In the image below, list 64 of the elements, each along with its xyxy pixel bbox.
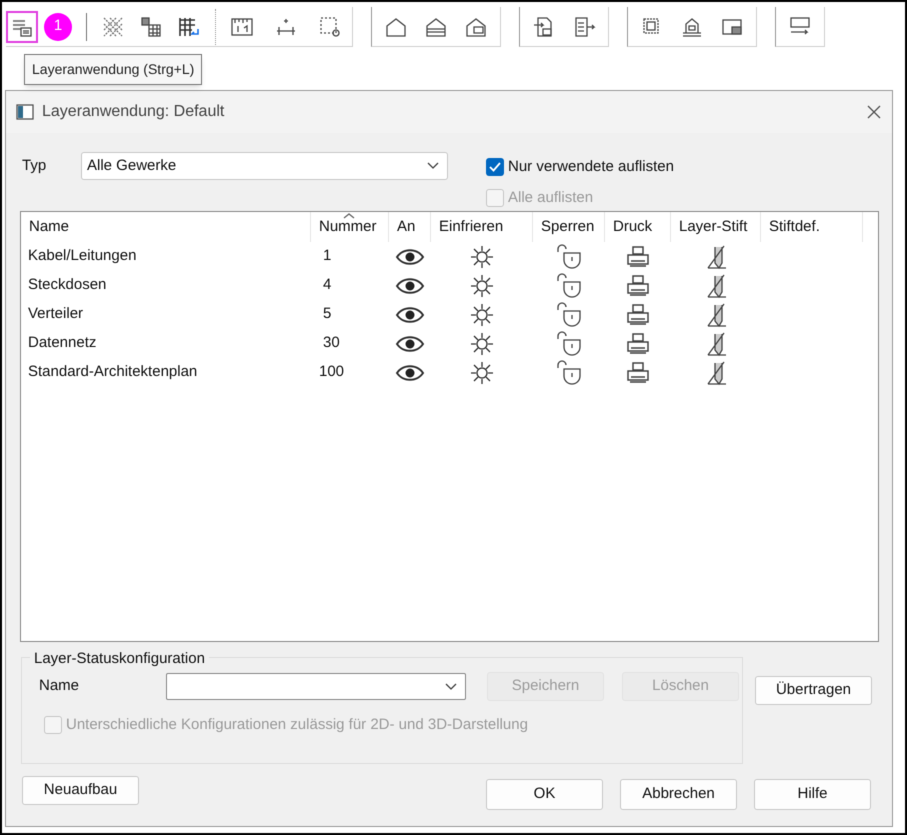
column-header[interactable]: Nummer [311,212,389,242]
rebuild-button[interactable]: Neuaufbau [22,776,139,805]
column-header[interactable]: Einfrieren [431,212,533,242]
window-icon [16,104,34,120]
transfer-button[interactable]: Übertragen [755,676,872,705]
column-header[interactable]: An [389,212,431,242]
column-header[interactable]: Druck [605,212,671,242]
unlocked-lock-icon[interactable] [555,330,583,356]
checkbox-label: Nur verwendete auflisten [508,157,674,177]
table-cell-text: 100 [318,362,346,382]
sun-icon[interactable] [470,244,494,268]
column-header[interactable]: Stiftdef. [761,212,863,242]
printer-icon[interactable] [625,332,651,356]
sun-icon[interactable] [470,332,494,356]
dialog-button[interactable]: OK [486,779,603,810]
dropdown-value: Alle Gewerke [87,156,178,176]
table-cell-text: Standard-Architektenplan [27,362,198,382]
frame-icon[interactable] [318,14,342,38]
chevron-down-icon [445,682,457,690]
field-label: Typ [21,156,48,176]
column-header[interactable]: Sperren [533,212,605,242]
check-icon [489,162,501,172]
table-cell-text: 5 [322,304,332,324]
table-cell-text: 1 [322,246,332,266]
window-title: Layeranwendung: Default [42,102,226,122]
table-cell-text: 4 [322,275,332,296]
table-cell-text: Kabel/Leitungen [27,246,138,266]
table-cell-text: Steckdosen [27,275,108,296]
close-icon[interactable] [866,104,882,120]
column-header[interactable]: Name [21,212,311,242]
cubes-icon[interactable] [139,14,163,38]
checkbox-label: Unterschiedliche Konfigurationen zulässig für 2D- und 3D-Darstellung [66,715,528,735]
table-cell-text: Verteiler [27,304,84,324]
eye-icon[interactable] [395,304,425,324]
hatch-icon[interactable] [101,14,125,38]
checkbox[interactable] [486,158,504,176]
column-header[interactable]: Layer-Stift [671,212,761,242]
unlocked-lock-icon[interactable] [555,272,583,298]
printer-icon[interactable] [625,360,651,384]
unlocked-lock-icon[interactable] [555,360,583,386]
eye-icon[interactable] [395,276,425,296]
table-cell-text: Datennetz [27,333,98,354]
eye-icon[interactable] [395,246,425,266]
dialog-button[interactable]: Hilfe [754,779,871,810]
table-cell-text: 30 [322,333,341,354]
checkbox-label: Alle auflisten [508,188,594,208]
unlocked-lock-icon[interactable] [555,244,583,270]
printer-icon[interactable] [625,302,651,326]
field-label: Name [38,676,80,696]
toolbar-button[interactable] [6,10,38,42]
chevron-down-icon [427,162,439,170]
type-dropdown[interactable]: Alle Gewerke [81,152,448,180]
eye-icon[interactable] [395,362,425,382]
sun-icon[interactable] [470,302,494,326]
unlocked-lock-icon[interactable] [555,302,583,328]
step-badge: 1 [44,12,72,40]
dialog-button[interactable]: Abbrechen [620,779,737,810]
sun-icon[interactable] [470,360,494,384]
sun-icon[interactable] [470,274,494,298]
name-dropdown[interactable] [166,673,466,700]
printer-icon[interactable] [625,244,651,268]
printer-icon[interactable] [625,274,651,298]
tooltip: Layeranwendung (Strg+L) [24,54,202,85]
eye-icon[interactable] [395,334,425,354]
